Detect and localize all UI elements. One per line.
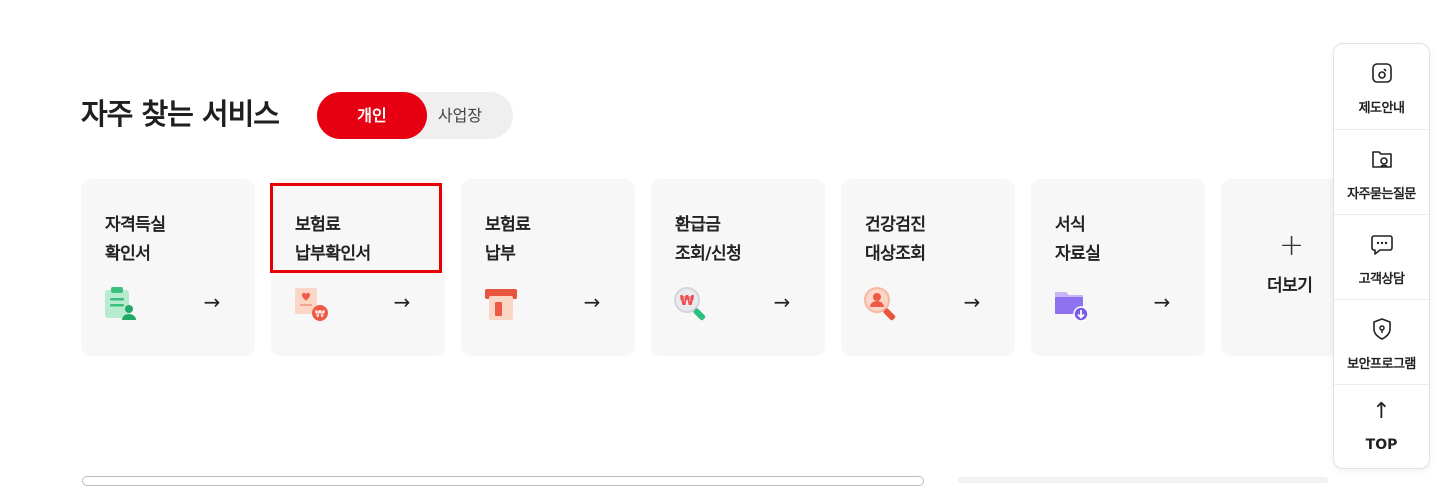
- card-title-line2: 납부: [485, 244, 516, 264]
- service-card-health-checkup[interactable]: 건강검진대상조회 →: [841, 179, 1015, 356]
- tab-business[interactable]: 사업장: [421, 92, 499, 139]
- folder-question-icon: [1372, 151, 1392, 168]
- service-card-refund[interactable]: 환급금조회/신청 ₩ →: [651, 179, 825, 356]
- scroll-top-button[interactable]: ↑ TOP: [1334, 384, 1429, 470]
- arrow-right-icon: →: [773, 290, 791, 314]
- folder-download-icon: [1055, 292, 1089, 322]
- card-title-line2: 대상조회: [865, 244, 926, 264]
- card-title-line1: 환급금: [675, 215, 721, 235]
- arrow-right-icon: →: [393, 290, 411, 314]
- search-person-icon: [864, 287, 896, 321]
- quick-menu-label: 제도안내: [1358, 101, 1405, 116]
- service-card-premium-payment[interactable]: 보험료납부 →: [461, 179, 635, 356]
- chat-icon: [1371, 235, 1393, 255]
- quick-menu-label: 보안프로그램: [1347, 357, 1416, 372]
- arrow-right-icon: →: [1153, 290, 1171, 314]
- quick-menu-label: 고객상담: [1358, 272, 1405, 287]
- shield-icon: [1373, 318, 1391, 340]
- card-title-line2: 자료실: [1055, 244, 1101, 264]
- card-title-line2: 확인서: [105, 244, 151, 264]
- card-title-line1: 건강검진: [865, 215, 926, 235]
- page-title: 자주 찾는 서비스: [81, 97, 280, 131]
- card-title-line1: 서식: [1055, 215, 1086, 235]
- search-won-icon: ₩: [674, 287, 706, 321]
- receipt-won-icon: ₩: [295, 288, 328, 321]
- card-title-line1: 보험료: [485, 215, 531, 235]
- highlight-box: [270, 183, 442, 273]
- arrow-up-icon: ↑: [1372, 399, 1391, 424]
- quick-menu-consulting[interactable]: 고객상담: [1334, 214, 1429, 300]
- card-title-line2: 조회/신청: [675, 244, 742, 264]
- quick-menu-faq[interactable]: 자주묻는질문: [1334, 129, 1429, 215]
- tab-personal[interactable]: 개인: [317, 92, 427, 139]
- quick-menu-guide[interactable]: 제도안내: [1334, 44, 1429, 129]
- arrow-right-icon: →: [203, 290, 221, 314]
- service-card-forms-library[interactable]: 서식자료실 →: [1031, 179, 1205, 356]
- banner-edge: [958, 477, 1328, 483]
- plus-icon: +: [1279, 228, 1305, 263]
- quick-menu-label: 자주묻는질문: [1347, 187, 1416, 202]
- svg-text:₩: ₩: [315, 309, 325, 320]
- card-payment-icon: [485, 289, 517, 320]
- card-title-line1: 자격득실: [105, 215, 166, 235]
- more-label: 더보기: [1267, 276, 1313, 296]
- top-label: TOP: [1365, 437, 1398, 453]
- svg-text:₩: ₩: [680, 294, 695, 309]
- service-card-qualification[interactable]: 자격득실확인서 →: [81, 179, 255, 356]
- quick-menu-panel: 제도안내 자주묻는질문 고객상담 보안프로그램 ↑ TOP: [1333, 43, 1430, 469]
- search-box-edge: [82, 476, 924, 486]
- audience-toggle: 사업장 개인: [317, 92, 513, 139]
- arrow-right-icon: →: [583, 290, 601, 314]
- certificate-user-icon: [105, 287, 136, 320]
- document-icon: [1372, 63, 1392, 83]
- arrow-right-icon: →: [963, 290, 981, 314]
- quick-menu-security[interactable]: 보안프로그램: [1334, 299, 1429, 385]
